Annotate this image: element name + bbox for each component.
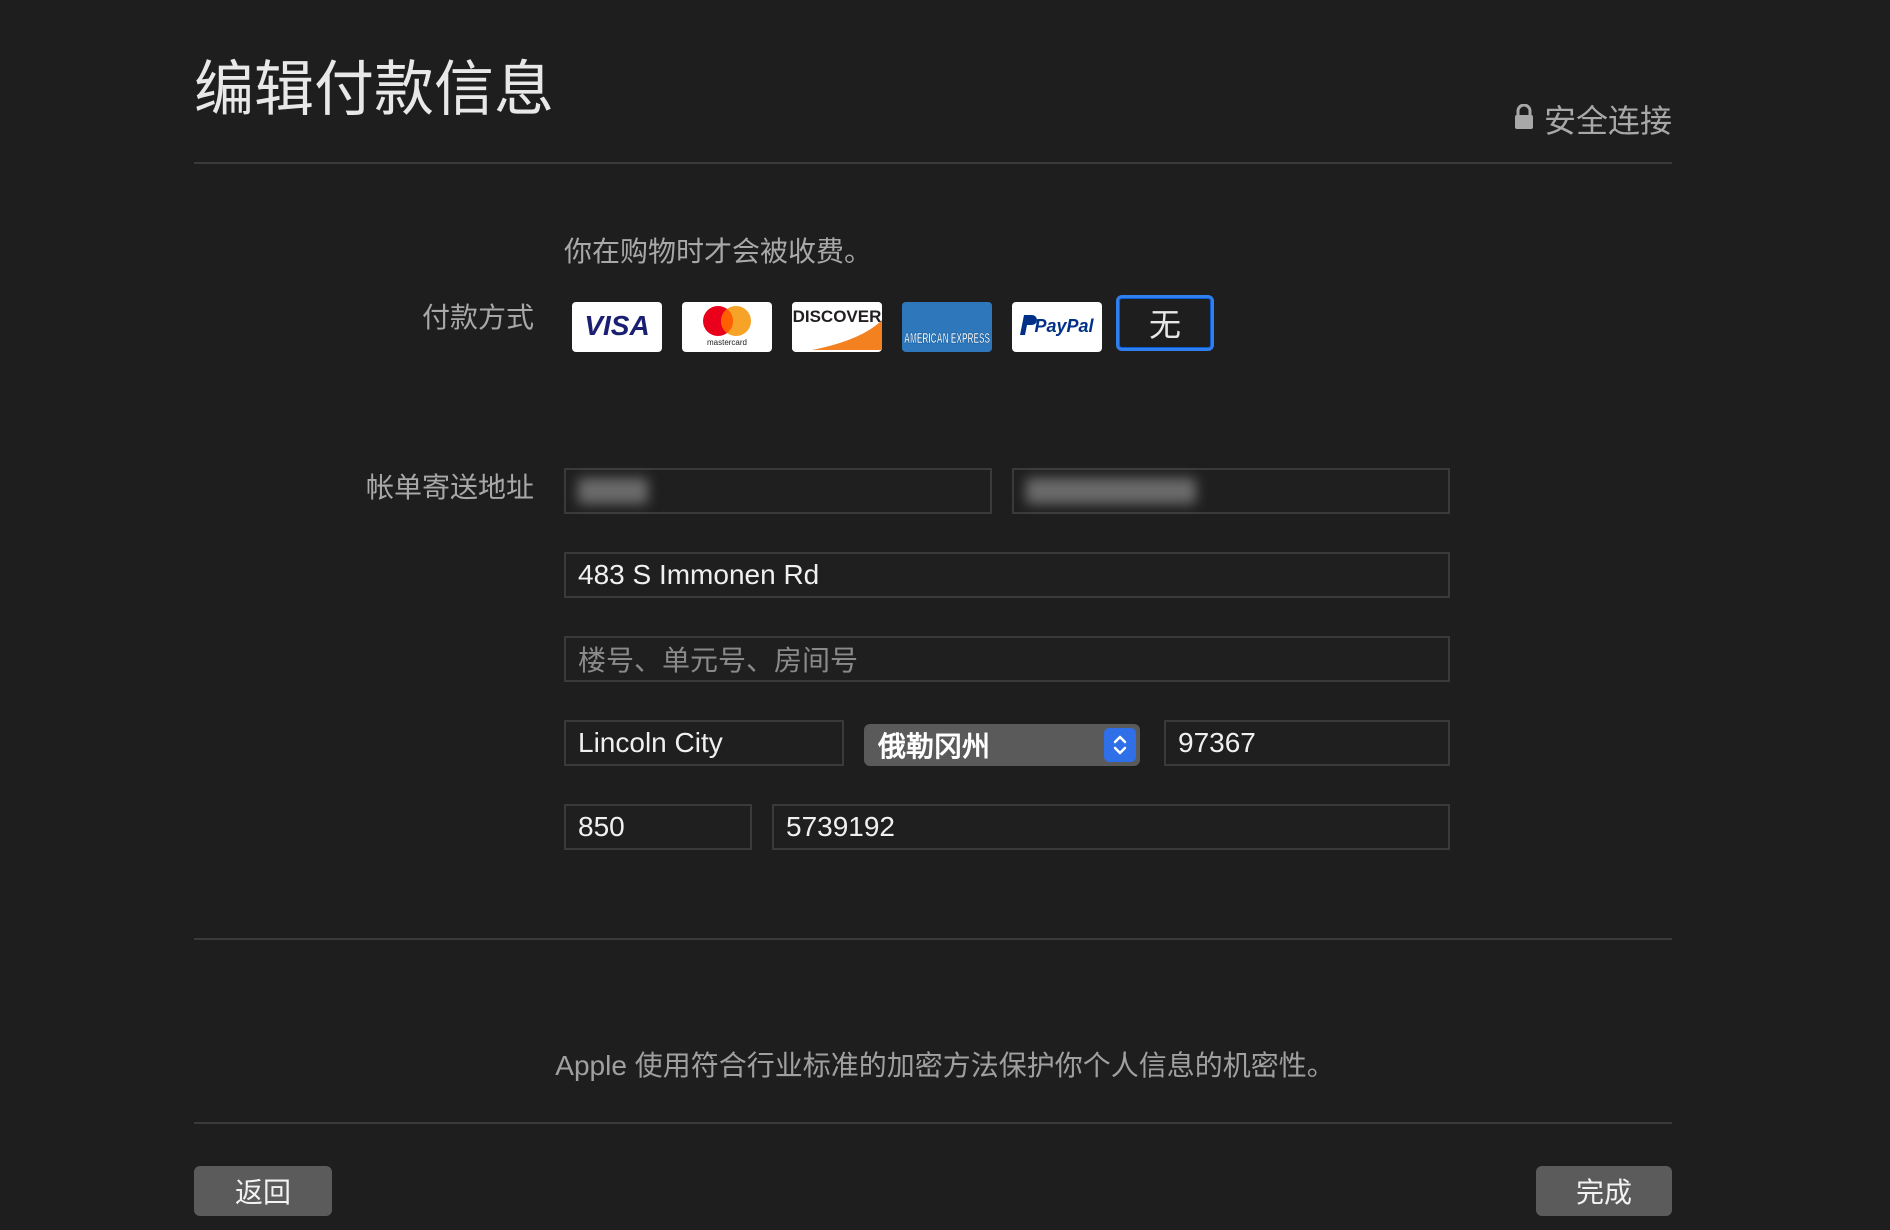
lock-icon (1514, 100, 1534, 138)
visa-card-option[interactable]: VISA (572, 302, 662, 352)
paypal-icon: PayPal (1014, 305, 1100, 349)
payment-method-label: 付款方式 (421, 301, 534, 334)
visa-icon: VISA (577, 305, 657, 349)
svg-text:VISA: VISA (584, 310, 649, 341)
unit-placeholder: 楼号、单元号、房间号 (578, 645, 859, 676)
privacy-note: Apple 使用符合行业标准的加密方法保护你个人信息的机密性。 (555, 1050, 1335, 1081)
unit-field[interactable]: 楼号、单元号、房间号 (564, 636, 1450, 682)
state-select[interactable]: 俄勒冈州 (864, 724, 1140, 766)
redacted-last-name (1026, 478, 1196, 504)
amex-icon: AMERICAN EXPRESS (902, 302, 992, 352)
page-title: 编辑付款信息 (194, 55, 554, 125)
street-address-value: 483 S Immonen Rd (578, 559, 820, 590)
area-code-field[interactable]: 850 (564, 804, 752, 850)
phone-field[interactable]: 5739192 (772, 804, 1450, 850)
state-value: 俄勒冈州 (878, 730, 991, 763)
secure-connection: 安全连接 (1514, 96, 1672, 142)
redacted-first-name (578, 478, 648, 504)
back-button[interactable]: 返回 (194, 1166, 332, 1216)
zip-field[interactable]: 97367 (1164, 720, 1450, 766)
billing-address-label: 帐单寄送地址 (365, 471, 534, 504)
city-value: Lincoln City (578, 727, 723, 758)
svg-text:mastercard: mastercard (707, 338, 747, 347)
secure-connection-label: 安全连接 (1543, 102, 1672, 140)
paypal-option[interactable]: PayPal (1012, 302, 1102, 352)
zip-value: 97367 (1178, 727, 1256, 758)
discover-icon: DISCOVER (792, 302, 882, 352)
divider (194, 938, 1672, 940)
chevron-updown-icon (1104, 728, 1136, 762)
first-name-field[interactable] (564, 468, 992, 514)
area-code-value: 850 (578, 811, 625, 842)
last-name-field[interactable] (1012, 468, 1450, 514)
street-address-field[interactable]: 483 S Immonen Rd (564, 552, 1450, 598)
no-payment-option[interactable]: 无 (1116, 295, 1214, 351)
amex-option[interactable]: AMERICAN EXPRESS (902, 302, 992, 352)
svg-text:AMERICAN EXPRESS: AMERICAN EXPRESS (904, 330, 990, 347)
done-button[interactable]: 完成 (1536, 1166, 1672, 1216)
divider (194, 1122, 1672, 1124)
mastercard-option[interactable]: mastercard (682, 302, 772, 352)
city-field[interactable]: Lincoln City (564, 720, 844, 766)
svg-text:DISCOVER: DISCOVER (793, 307, 882, 326)
discover-option[interactable]: DISCOVER (792, 302, 882, 352)
charge-note: 你在购物时才会被收费。 (564, 235, 873, 268)
svg-text:PayPal: PayPal (1034, 316, 1094, 336)
mastercard-icon: mastercard (687, 302, 767, 352)
no-payment-label: 无 (1148, 306, 1181, 344)
phone-value: 5739192 (786, 811, 896, 842)
divider (194, 162, 1672, 164)
